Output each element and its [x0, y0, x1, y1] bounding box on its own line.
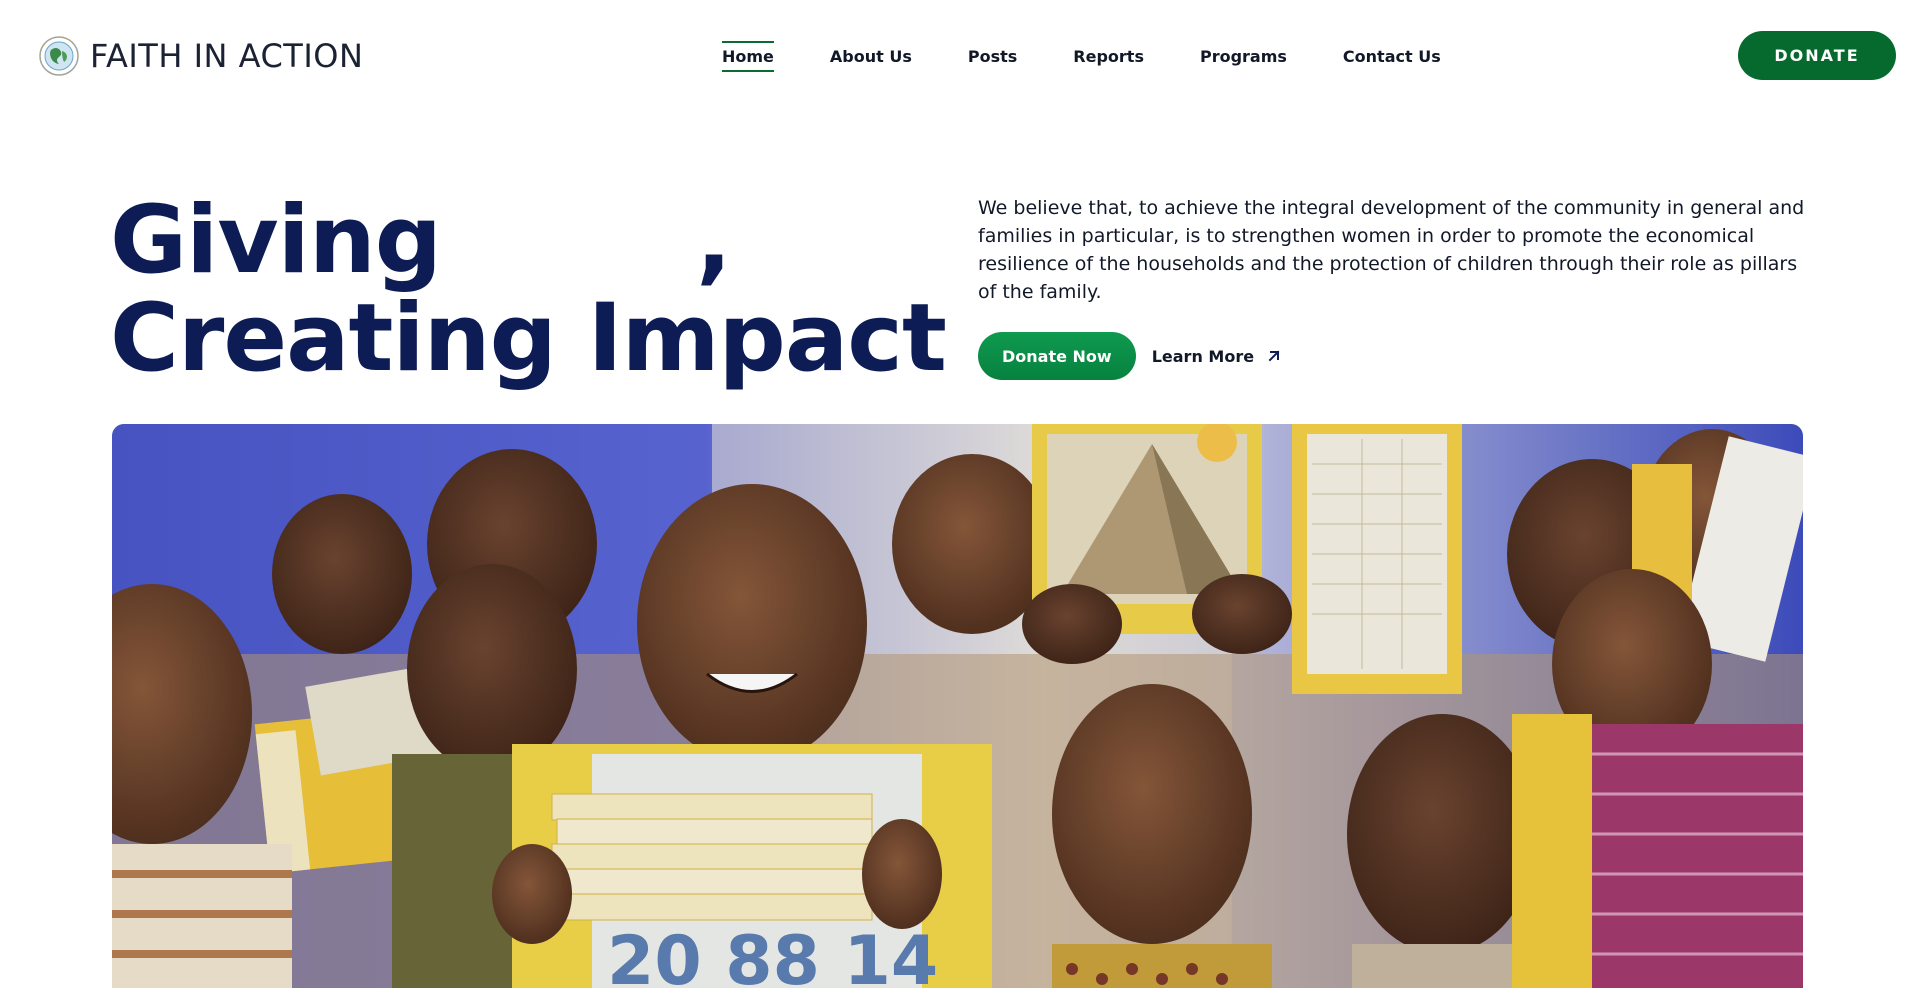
- nav-item-programs[interactable]: Programs: [1200, 41, 1287, 72]
- hero-title-word-giving: Giving: [110, 186, 442, 295]
- hero-photo: 20 88 14: [112, 424, 1803, 988]
- hero-title-line-2: Creating Impact: [110, 284, 947, 393]
- nav-item-about-us[interactable]: About Us: [830, 41, 912, 72]
- nav-item-reports[interactable]: Reports: [1073, 41, 1144, 72]
- donate-button[interactable]: DONATE: [1738, 31, 1896, 80]
- learn-more-link[interactable]: Learn More: [1152, 347, 1282, 366]
- globe-logo-icon: [39, 36, 79, 76]
- main-nav: Home About Us Posts Reports Programs Con…: [722, 38, 1497, 74]
- children-holding-books-image: 20 88 14: [112, 424, 1803, 988]
- hero-title: Giving, Creating Impact: [110, 192, 947, 393]
- page: FAITH IN ACTION Home About Us Posts Repo…: [0, 0, 1905, 988]
- hero-description: We believe that, to achieve the integral…: [978, 197, 1805, 303]
- site-header: FAITH IN ACTION Home About Us Posts Repo…: [0, 0, 1905, 110]
- hero-title-line-1: Giving,: [110, 192, 870, 290]
- nav-item-contact-us[interactable]: Contact Us: [1343, 41, 1441, 72]
- nav-item-posts[interactable]: Posts: [968, 41, 1017, 72]
- learn-more-label: Learn More: [1151, 346, 1255, 366]
- brand-logo-link[interactable]: FAITH IN ACTION: [38, 34, 363, 78]
- nav-item-home[interactable]: Home: [722, 40, 774, 72]
- arrow-up-right-icon: [1268, 350, 1280, 362]
- brand-name: FAITH IN ACTION: [90, 37, 364, 75]
- hero-actions: Donate Now Learn More: [978, 332, 1282, 380]
- hero-title-comma: ,: [696, 186, 732, 295]
- donate-now-button[interactable]: Donate Now: [978, 332, 1136, 380]
